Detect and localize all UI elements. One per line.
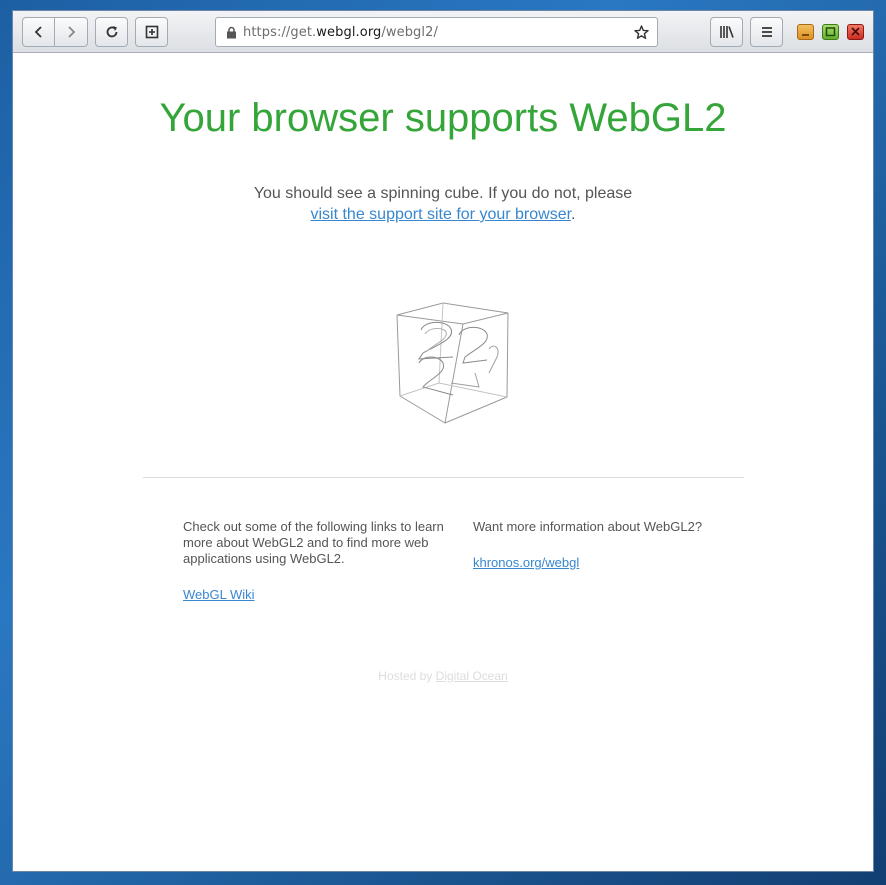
new-tab-icon [145, 25, 158, 39]
close-button[interactable] [847, 24, 864, 40]
footer-prefix: Hosted by [378, 669, 433, 683]
library-button[interactable] [710, 17, 743, 47]
url-bar[interactable]: https://get.webgl.org/webgl2/ [215, 17, 658, 47]
left-column-text: Check out some of the following links to… [183, 519, 444, 566]
left-info-column: Check out some of the following links to… [183, 519, 445, 603]
library-icon [719, 26, 734, 38]
menu-button[interactable] [750, 17, 783, 47]
page-headline: Your browser supports WebGL2 [159, 96, 727, 140]
reload-button[interactable] [95, 17, 128, 47]
right-info-column: Want more information about WebGL2? khro… [473, 519, 733, 571]
minimize-icon [802, 34, 809, 36]
lead-end: . [571, 206, 576, 223]
hamburger-menu-icon [761, 27, 772, 37]
url-text: https://get.webgl.org/webgl2/ [243, 25, 438, 40]
minimize-button[interactable] [797, 24, 814, 40]
lead-paragraph: You should see a spinning cube. If you d… [13, 183, 873, 225]
khronos-link[interactable]: khronos.org/webgl [473, 555, 579, 570]
close-icon [851, 27, 860, 36]
nav-button-group [22, 17, 88, 47]
digital-ocean-link[interactable]: Digital Ocean [436, 669, 508, 683]
url-path: /webgl2/ [381, 24, 438, 40]
maximize-button[interactable] [822, 24, 839, 40]
browser-window: https://get.webgl.org/webgl2/ Your brows… [12, 10, 874, 872]
chevron-right-icon [68, 26, 76, 38]
page-footer: Hosted by Digital Ocean [13, 669, 873, 683]
webgl-wiki-link[interactable]: WebGL Wiki [183, 587, 255, 602]
star-icon[interactable] [634, 25, 649, 40]
new-tab-button[interactable] [135, 17, 168, 47]
maximize-icon [825, 27, 836, 37]
forward-button[interactable] [55, 17, 88, 47]
url-domain: webgl.org [316, 24, 382, 40]
right-column-text: Want more information about WebGL2? [473, 519, 703, 534]
page-content: Your browser supports WebGL2 You should … [13, 53, 873, 871]
chevron-left-icon [34, 26, 42, 38]
lock-icon [227, 26, 236, 38]
reload-icon [106, 26, 117, 38]
back-button[interactable] [22, 17, 55, 47]
spinning-cube-canvas [396, 302, 509, 424]
section-divider [143, 477, 744, 478]
url-prefix: https://get. [243, 24, 317, 40]
support-site-link[interactable]: visit the support site for your browser [310, 206, 571, 223]
lead-text: You should see a spinning cube. If you d… [253, 185, 633, 202]
browser-toolbar: https://get.webgl.org/webgl2/ [13, 11, 873, 53]
